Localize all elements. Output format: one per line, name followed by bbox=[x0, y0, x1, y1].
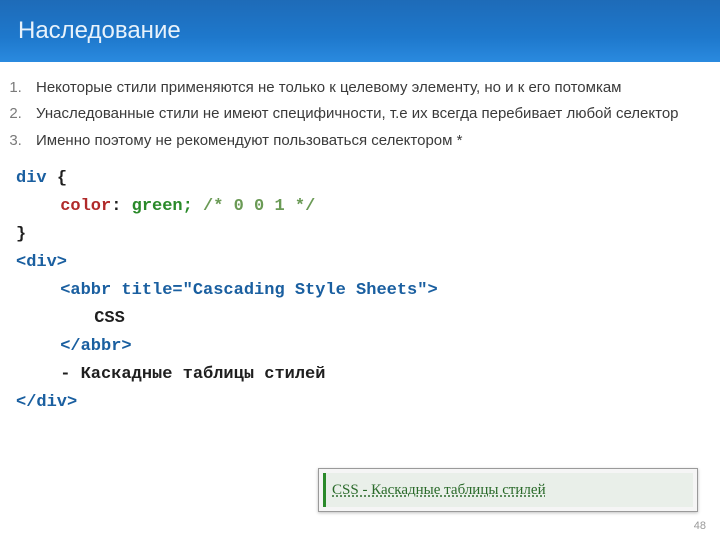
list-item: Унаследованные стили не имеют специфично… bbox=[26, 104, 698, 124]
slide-content: Некоторые стили применяются не только к … bbox=[0, 62, 720, 417]
css-comment: /* 0 0 1 */ bbox=[203, 197, 315, 216]
css-brace-open: { bbox=[57, 169, 67, 188]
html-close-abbr: </abbr> bbox=[60, 337, 131, 356]
render-preview: CSS - Каскадные таблицы стилей bbox=[318, 468, 698, 512]
slide-title: Наследование bbox=[18, 17, 181, 45]
html-open-div: <div> bbox=[16, 253, 67, 272]
page-number: 48 bbox=[694, 520, 706, 532]
slide-header: Наследование bbox=[0, 0, 720, 62]
html-abbr-text: CSS bbox=[94, 309, 125, 328]
css-selector: div bbox=[16, 169, 47, 188]
css-prop: color bbox=[60, 197, 111, 216]
bullet-list: Некоторые стили применяются не только к … bbox=[0, 78, 698, 151]
html-open-abbr: <abbr title="Cascading Style Sheets"> bbox=[60, 281, 437, 300]
css-value: green; bbox=[132, 197, 193, 216]
list-item: Некоторые стили применяются не только к … bbox=[26, 78, 698, 98]
render-text: CSS - Каскадные таблицы стилей bbox=[323, 473, 693, 507]
html-text-line: - Каскадные таблицы стилей bbox=[60, 365, 325, 384]
list-item: Именно поэтому не рекомендуют пользовать… bbox=[26, 131, 698, 151]
html-close-div: </div> bbox=[16, 393, 77, 412]
code-block: div { color: green; /* 0 0 1 */ } <div> … bbox=[0, 165, 698, 417]
css-brace-close: } bbox=[16, 225, 26, 244]
